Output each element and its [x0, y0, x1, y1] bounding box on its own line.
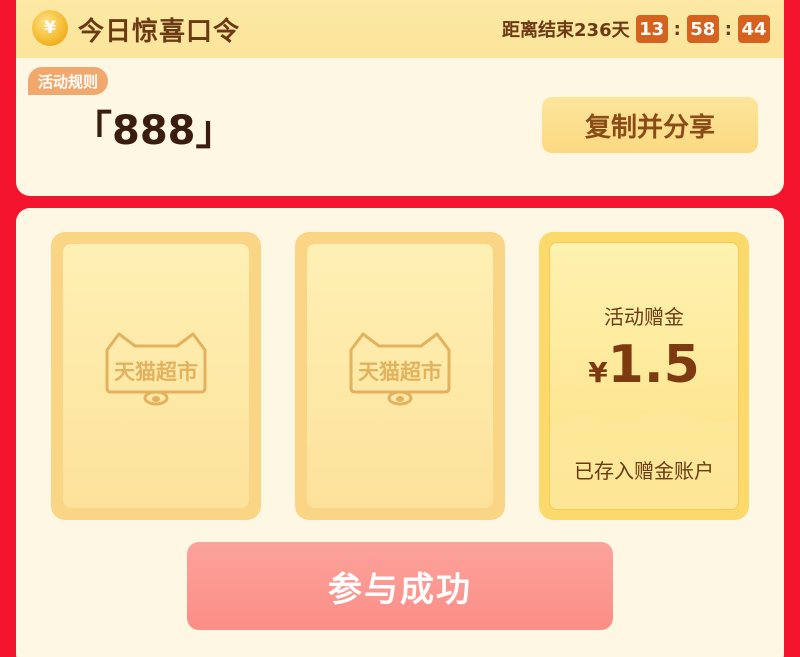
tmall-supermarket-logo-icon: 天猫超市: [105, 332, 207, 406]
surprise-code-card: ¥ 今日惊喜口令 距离结束236天 13 : 58 : 44 活动规则 「888…: [16, 0, 784, 196]
activity-rules-link[interactable]: 活动规则: [28, 67, 109, 95]
bonus-card: 活动赠金 ¥1.5 已存入赠金账户: [539, 232, 749, 520]
bonus-card-inner: 活动赠金 ¥1.5 已存入赠金账户: [549, 242, 739, 510]
countdown-label: 距离结束236天: [502, 20, 630, 41]
surprise-code: 「888」: [72, 108, 236, 154]
reward-card: 天猫超市 天猫超市 活动赠金 ¥1.5 已存入赠金账户 参与成功: [16, 208, 784, 657]
countdown-seconds: 44: [738, 15, 770, 43]
bonus-value: 1.5: [607, 335, 700, 395]
bonus-amount: ¥1.5: [550, 335, 738, 395]
wave-decoration: [550, 410, 738, 509]
gift-card-inner: 天猫超市: [63, 244, 249, 508]
countdown-minutes: 58: [686, 15, 719, 43]
coin-icon: ¥: [32, 10, 68, 46]
gift-card-inner: 天猫超市: [307, 244, 493, 508]
countdown-separator: :: [673, 18, 681, 40]
copy-share-button[interactable]: 复制并分享: [542, 97, 758, 153]
currency-symbol: ¥: [588, 356, 608, 389]
card-header: ¥ 今日惊喜口令 距离结束236天 13 : 58 : 44: [16, 0, 784, 58]
tmall-logo-text: 天猫超市: [114, 360, 198, 384]
countdown-hours: 13: [635, 15, 668, 43]
header-title: 今日惊喜口令: [78, 17, 241, 47]
tmall-supermarket-logo-icon: 天猫超市: [349, 332, 451, 406]
gift-card[interactable]: 天猫超市: [51, 232, 261, 520]
join-success-button[interactable]: 参与成功: [187, 542, 613, 630]
bonus-title: 活动赠金: [604, 305, 684, 329]
bonus-note: 已存入赠金账户: [574, 459, 714, 483]
countdown-separator: :: [724, 18, 732, 40]
tmall-logo-text: 天猫超市: [358, 360, 442, 384]
countdown: 距离结束236天 13 : 58 : 44: [502, 15, 770, 43]
gift-card[interactable]: 天猫超市: [295, 232, 505, 520]
